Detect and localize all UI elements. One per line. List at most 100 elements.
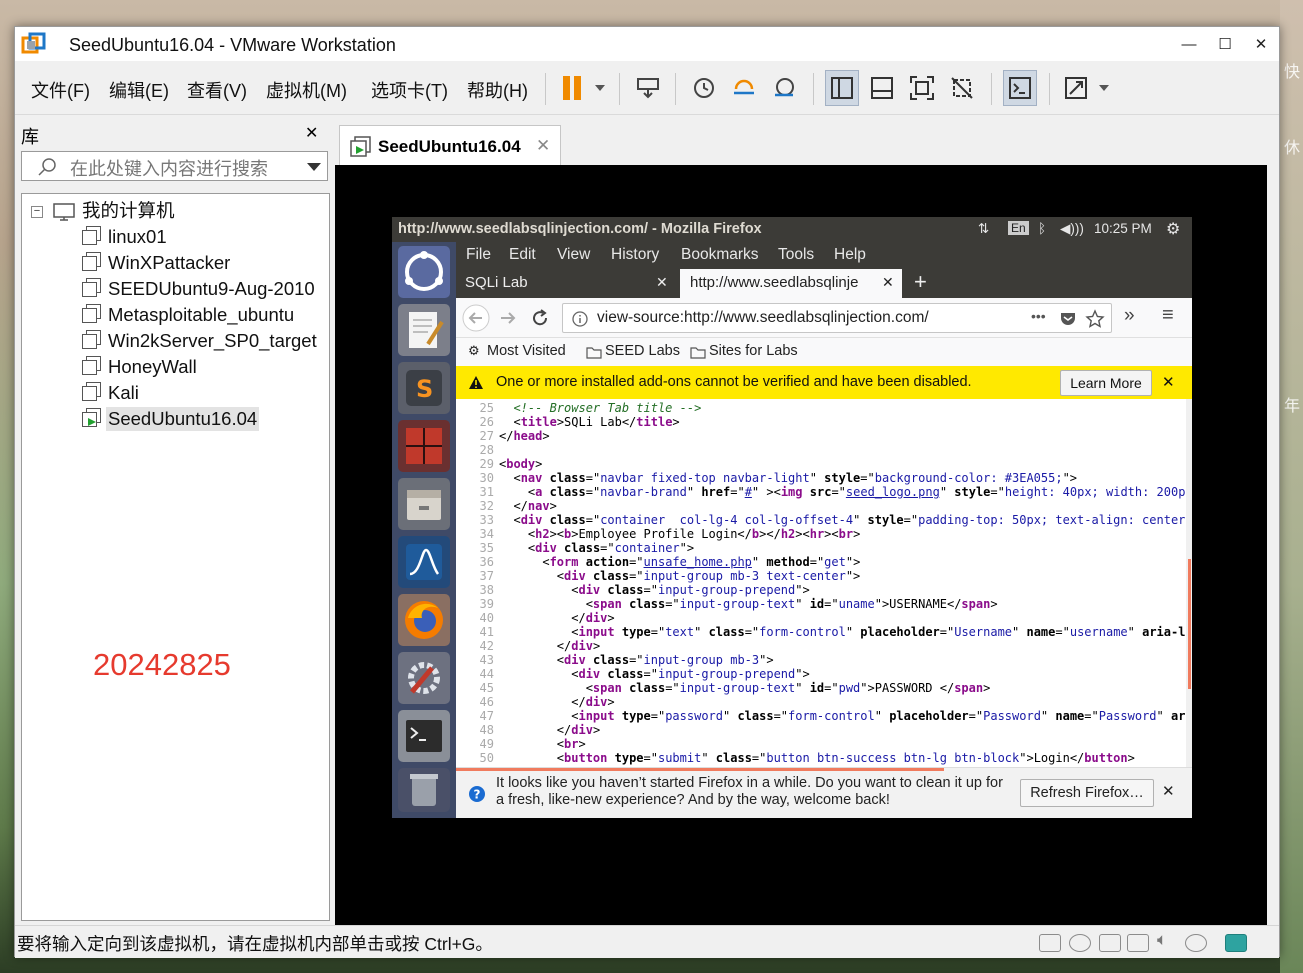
wireshark-icon[interactable]: [398, 536, 450, 588]
snapshot-manager-button[interactable]: [767, 70, 801, 106]
hamburger-menu-icon[interactable]: ≡: [1162, 304, 1174, 327]
full-screen-button[interactable]: [905, 70, 939, 106]
chevron-down-icon[interactable]: [307, 163, 321, 171]
keyboard-language-indicator[interactable]: En: [1008, 221, 1029, 235]
menu-tabs[interactable]: 选项卡(T): [371, 77, 448, 103]
tree-item-vm[interactable]: WinXPattacker: [108, 251, 230, 275]
display-icon[interactable]: [1185, 934, 1207, 952]
sublime-text-icon[interactable]: S: [398, 362, 450, 414]
tab-close-icon[interactable]: ✕: [536, 136, 550, 156]
tree-item-vm[interactable]: Kali: [108, 381, 139, 405]
network-arrows-icon[interactable]: ⇅: [978, 221, 989, 237]
show-library-button[interactable]: [825, 70, 859, 106]
app-red-icon[interactable]: [398, 420, 450, 472]
learn-more-button[interactable]: Learn More: [1060, 370, 1152, 396]
hard-disk-icon[interactable]: [1039, 934, 1061, 952]
ff-menu-help[interactable]: Help: [834, 246, 866, 264]
send-ctrl-alt-del-button[interactable]: [631, 70, 665, 106]
file-manager-icon[interactable]: [398, 478, 450, 530]
network-icon[interactable]: [1099, 934, 1121, 952]
cd-icon[interactable]: [1069, 934, 1091, 952]
trash-icon[interactable]: [398, 768, 450, 812]
menu-edit[interactable]: 编辑(E): [109, 77, 169, 103]
tree-item-vm[interactable]: linux01: [108, 225, 167, 249]
settings-gear-icon[interactable]: ⚙: [1166, 219, 1180, 239]
tree-item-vm[interactable]: Metasploitable_ubuntu: [108, 303, 294, 327]
tab-close-icon[interactable]: ✕: [882, 274, 894, 291]
pause-button[interactable]: [555, 70, 609, 106]
bluetooth-icon[interactable]: ᛒ: [1038, 221, 1046, 236]
tab-close-icon[interactable]: ✕: [656, 274, 668, 291]
ff-menu-tools[interactable]: Tools: [778, 246, 814, 264]
ff-menu-history[interactable]: History: [611, 246, 659, 264]
sound-icon[interactable]: 🔈︎: [1157, 930, 1179, 949]
pause-icon: [563, 76, 605, 100]
close-icon[interactable]: ✕: [1162, 782, 1175, 800]
printer-icon[interactable]: [1127, 934, 1149, 952]
pocket-icon[interactable]: [1059, 310, 1077, 328]
ubuntu-dash-icon[interactable]: [398, 246, 450, 298]
refresh-firefox-button[interactable]: Refresh Firefox…: [1020, 779, 1154, 807]
guest-screen[interactable]: http://www.seedlabsqlinjection.com/ - Mo…: [392, 217, 1192, 818]
forward-icon[interactable]: [498, 308, 518, 328]
console-icon: [1009, 77, 1031, 99]
bookmark-sites-for-labs[interactable]: Sites for Labs: [709, 343, 798, 359]
library-close-button[interactable]: ✕: [305, 123, 318, 143]
thumbnail-bar-button[interactable]: [865, 70, 899, 106]
close-icon[interactable]: ✕: [1162, 373, 1175, 391]
minimize-button[interactable]: —: [1171, 27, 1207, 61]
ff-menu-edit[interactable]: Edit: [509, 246, 536, 264]
progress-bar: [456, 768, 944, 771]
collapse-toggle-icon[interactable]: −: [31, 206, 43, 218]
source-line: </div>: [499, 639, 601, 653]
source-line: <h2><b>Employee Profile Login</b></h2><h…: [499, 527, 861, 541]
new-tab-button[interactable]: +: [914, 269, 927, 295]
source-line: <div class="container col-lg-4 col-lg-of…: [499, 513, 1186, 527]
menu-help[interactable]: 帮助(H): [467, 77, 528, 103]
overflow-chevron-icon[interactable]: »: [1124, 305, 1135, 327]
vertical-scrollbar[interactable]: [1186, 399, 1192, 767]
bookmark-star-icon[interactable]: [1085, 309, 1105, 329]
revert-snapshot-button[interactable]: [727, 70, 761, 106]
reload-icon[interactable]: [530, 308, 550, 328]
tree-item-vm-selected[interactable]: SeedUbuntu16.04: [106, 407, 260, 431]
close-button[interactable]: ✕: [1243, 27, 1279, 61]
tree-root-my-computer[interactable]: 我的计算机: [82, 199, 175, 223]
info-icon[interactable]: [572, 311, 588, 327]
menu-file[interactable]: 文件(F): [31, 77, 90, 103]
scrollbar-thumb[interactable]: [1188, 559, 1191, 689]
page-actions-icon[interactable]: •••: [1031, 308, 1046, 324]
back-icon[interactable]: [462, 304, 490, 332]
bookmark-most-visited[interactable]: Most Visited: [487, 343, 566, 359]
tree-item-vm[interactable]: SEEDUbuntu9-Aug-2010: [108, 277, 315, 301]
library-search-input[interactable]: 在此处键入内容进行搜索: [21, 151, 328, 181]
menu-vm[interactable]: 虚拟机(M): [266, 77, 347, 103]
console-view-button[interactable]: [1003, 70, 1037, 106]
tree-item-vm[interactable]: HoneyWall: [108, 355, 197, 379]
firefox-icon[interactable]: [398, 594, 450, 646]
menu-view[interactable]: 查看(V): [187, 77, 247, 103]
snapshot-button[interactable]: [687, 70, 721, 106]
tab-seedubuntu[interactable]: SeedUbuntu16.04 ✕: [339, 125, 561, 165]
maximize-button[interactable]: ☐: [1207, 27, 1243, 61]
clock-text[interactable]: 10:25 PM: [1094, 221, 1152, 236]
unity-button[interactable]: [945, 70, 979, 106]
message-icon[interactable]: [1225, 934, 1247, 952]
text-editor-icon[interactable]: [398, 304, 450, 356]
ff-tab-sqli-lab[interactable]: SQLi Lab ✕: [456, 269, 676, 298]
tree-item-vm[interactable]: Win2kServer_SP0_target: [108, 329, 317, 353]
line-number: 40: [479, 611, 494, 625]
ff-menu-file[interactable]: File: [466, 246, 491, 264]
ff-menu-bookmarks[interactable]: Bookmarks: [681, 246, 759, 264]
page-source-view[interactable]: 25 <!-- Browser Tab title --> 26 <title>S…: [456, 399, 1186, 767]
system-settings-icon[interactable]: [398, 652, 450, 704]
url-bar[interactable]: view-source:http://www.seedlabsqlinjecti…: [562, 303, 1112, 333]
warning-icon: [469, 376, 483, 389]
terminal-icon[interactable]: [398, 710, 450, 762]
ff-tab-active[interactable]: http://www.seedlabsqlinje ✕: [680, 269, 902, 298]
volume-icon[interactable]: ◀︎))): [1060, 221, 1084, 237]
stretch-button[interactable]: [1061, 70, 1115, 106]
vm-icon: [82, 356, 102, 376]
bookmark-seed-labs[interactable]: SEED Labs: [605, 343, 680, 359]
ff-menu-view[interactable]: View: [557, 246, 590, 264]
